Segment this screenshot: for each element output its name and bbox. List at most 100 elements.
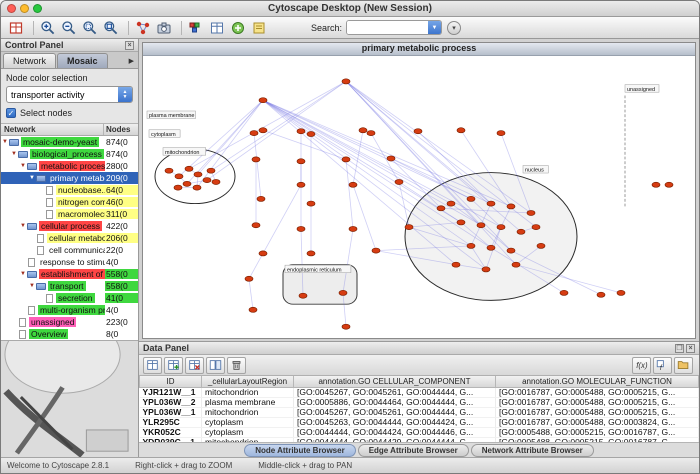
network-node[interactable] xyxy=(457,220,465,225)
tab-mosaic[interactable]: Mosaic xyxy=(57,53,108,68)
network-edge[interactable] xyxy=(263,100,456,265)
network-edge[interactable] xyxy=(263,100,461,222)
network-node[interactable] xyxy=(359,128,367,133)
network-edge[interactable] xyxy=(249,279,253,310)
attribute-browser-icon[interactable] xyxy=(208,19,228,37)
network-edge[interactable] xyxy=(263,100,451,203)
tab-network[interactable]: Network xyxy=(3,53,56,68)
network-node[interactable] xyxy=(307,201,315,206)
tree-item[interactable]: ▼metabolic process280(0 xyxy=(1,160,138,172)
tree-item[interactable]: ▼establishment of lo...558(0 xyxy=(1,268,138,280)
network-node[interactable] xyxy=(212,179,220,184)
network-edge[interactable] xyxy=(353,130,363,185)
trash-icon[interactable] xyxy=(227,357,246,374)
network-edge[interactable] xyxy=(263,185,301,254)
network-node[interactable] xyxy=(497,131,505,136)
network-node[interactable] xyxy=(174,185,182,190)
network-node[interactable] xyxy=(259,251,267,256)
tree-item[interactable]: ▼primary metabo...209(0 xyxy=(1,172,138,184)
network-node[interactable] xyxy=(507,248,515,253)
network-node[interactable] xyxy=(405,225,413,230)
snapshot-icon[interactable] xyxy=(155,19,175,37)
tree-item[interactable]: ▼biological_process874(0 xyxy=(1,148,138,160)
network-node[interactable] xyxy=(257,196,265,201)
tree-item[interactable]: cellular metabo...206(0 xyxy=(1,232,138,244)
network-node[interactable] xyxy=(249,307,257,312)
tree-item[interactable]: macromolecule...311(0 xyxy=(1,208,138,220)
network-node[interactable] xyxy=(342,324,350,329)
network-edge[interactable] xyxy=(189,81,346,168)
collapse-icon[interactable]: ▼ xyxy=(19,271,27,277)
network-window-title[interactable]: primary metabolic process xyxy=(143,43,695,56)
network-node[interactable] xyxy=(307,131,315,136)
column-header[interactable]: annotation.GO CELLULAR_COMPONENT xyxy=(294,376,496,387)
network-node[interactable] xyxy=(372,248,380,253)
network-node[interactable] xyxy=(203,178,211,183)
fx-all-icon[interactable]: f xyxy=(653,357,672,374)
collapse-icon[interactable]: ▼ xyxy=(28,175,36,181)
network-edge[interactable] xyxy=(263,100,471,199)
network-overview-icon[interactable] xyxy=(134,19,154,37)
collapse-icon[interactable]: ▼ xyxy=(19,223,27,229)
attr-select-icon[interactable] xyxy=(143,357,162,374)
plugin-manager-icon[interactable] xyxy=(229,19,249,37)
network-node[interactable] xyxy=(617,290,625,295)
network-node[interactable] xyxy=(467,243,475,248)
network-node[interactable] xyxy=(487,201,495,206)
network-node[interactable] xyxy=(527,210,535,215)
table-row[interactable]: YKR052Ccytoplasm[GO:0044444, GO:0044424,… xyxy=(140,427,699,437)
network-edge[interactable] xyxy=(346,159,353,229)
network-node[interactable] xyxy=(532,225,540,230)
table-row[interactable]: YJR121W__1mitochondrion[GO:0045267, GO:0… xyxy=(140,387,699,397)
folder-open-icon[interactable] xyxy=(674,357,693,374)
close-panel-icon[interactable]: × xyxy=(125,41,134,50)
collapse-icon[interactable]: ▼ xyxy=(10,151,18,157)
tree-item[interactable]: ▼mosaic-demo-yeast874(0 xyxy=(1,136,138,148)
tree-item[interactable]: nucleobase...64(0 xyxy=(1,184,138,196)
network-node[interactable] xyxy=(457,128,465,133)
network-node[interactable] xyxy=(349,182,357,187)
network-node[interactable] xyxy=(259,98,267,103)
tree-column-nodes[interactable]: Nodes xyxy=(104,124,138,135)
network-node[interactable] xyxy=(297,182,305,187)
network-node[interactable] xyxy=(507,204,515,209)
network-edge[interactable] xyxy=(249,253,263,278)
network-node[interactable] xyxy=(414,129,422,134)
network-edge[interactable] xyxy=(187,100,263,184)
network-node[interactable] xyxy=(512,262,520,267)
network-node[interactable] xyxy=(193,185,201,190)
tree-column-network[interactable]: Network xyxy=(1,124,104,135)
network-edge[interactable] xyxy=(263,130,346,159)
table-row[interactable]: YPL036W__2plasma membrane[GO:0005886, GO… xyxy=(140,397,699,407)
attr-delete-icon[interactable] xyxy=(185,357,204,374)
tree-item[interactable]: Overview8(0 xyxy=(1,328,138,340)
collapse-icon[interactable]: ▼ xyxy=(1,139,9,145)
attr-pane-icon[interactable] xyxy=(206,357,225,374)
network-node[interactable] xyxy=(452,262,460,267)
network-node[interactable] xyxy=(367,131,375,136)
attr-new-icon[interactable] xyxy=(164,357,183,374)
network-node[interactable] xyxy=(245,276,253,281)
network-node[interactable] xyxy=(185,166,193,171)
search-options-button[interactable]: ▾ xyxy=(447,21,461,35)
zoom-fit-icon[interactable] xyxy=(102,19,122,37)
search-dropdown-icon[interactable]: ▼ xyxy=(428,20,441,35)
network-node[interactable] xyxy=(342,157,350,162)
network-node[interactable] xyxy=(537,243,545,248)
vizmapper-icon[interactable] xyxy=(187,19,207,37)
tree-item[interactable]: secretion41(0 xyxy=(1,292,138,304)
tree-item[interactable]: response to stimul...4(0 xyxy=(1,256,138,268)
column-header[interactable]: ID xyxy=(140,376,202,387)
tree-item[interactable]: ▼cellular process422(0 xyxy=(1,220,138,232)
network-edge[interactable] xyxy=(353,185,376,251)
column-header[interactable]: _cellularLayoutRegion xyxy=(202,376,294,387)
network-node[interactable] xyxy=(387,156,395,161)
network-overview-thumbnail[interactable] xyxy=(1,340,138,457)
network-node[interactable] xyxy=(652,182,660,187)
zoom-out-icon[interactable] xyxy=(60,19,80,37)
network-node[interactable] xyxy=(183,181,191,186)
tab-node-attribute-browser[interactable]: Node Attribute Browser xyxy=(244,444,356,457)
network-edge[interactable] xyxy=(197,100,263,187)
network-edge[interactable] xyxy=(207,81,346,180)
network-node[interactable] xyxy=(299,293,307,298)
